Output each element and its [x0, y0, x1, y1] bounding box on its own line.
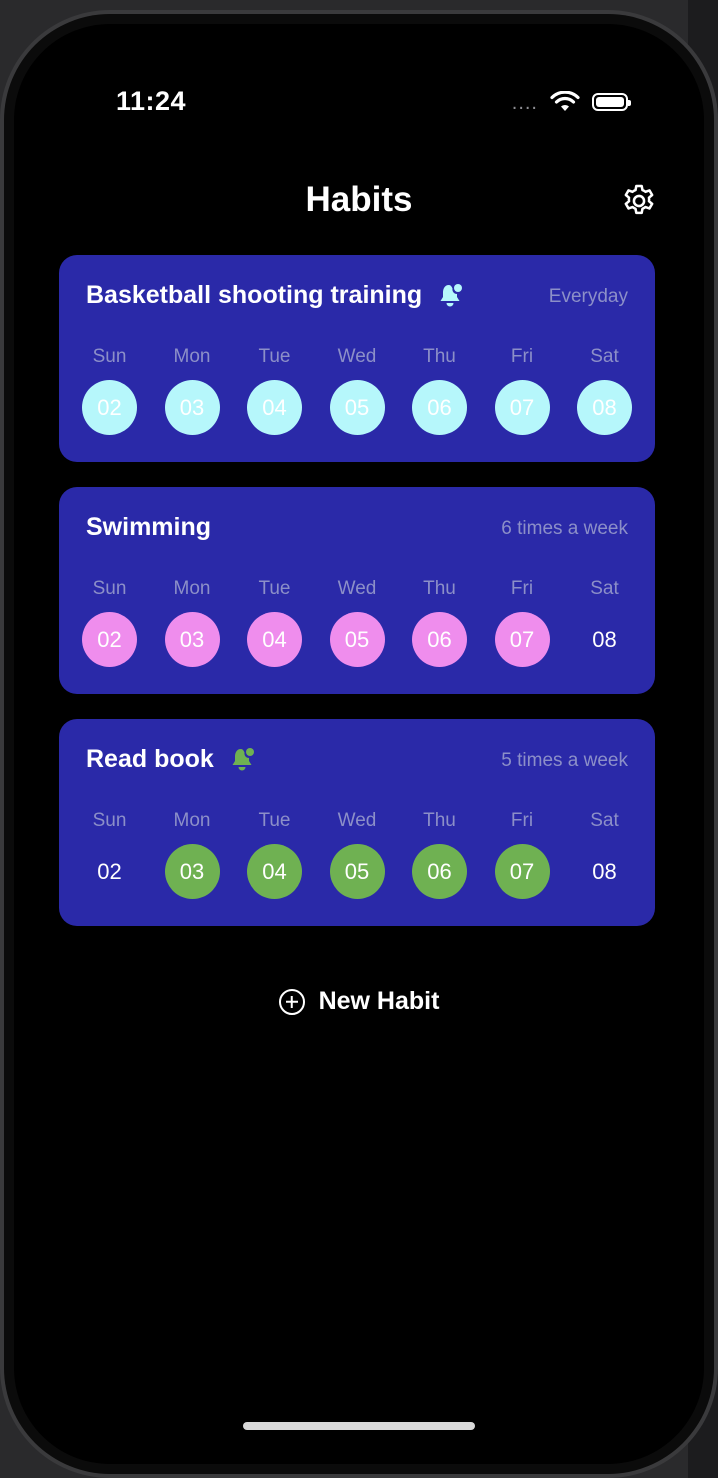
day-label: Tue [258, 346, 291, 367]
day-label: Sat [590, 810, 619, 831]
day-label: Sun [92, 810, 127, 831]
signal-icon: .... [511, 92, 538, 114]
day-date-completed[interactable]: 06 [412, 844, 467, 899]
new-habit-label: New Habit [318, 987, 440, 1015]
day-label: Thu [423, 346, 456, 367]
habit-frequency: Everyday [548, 286, 628, 307]
habit-card[interactable]: Read book 5 times a week Sun 02 Mon 03 Tue 04 We… [59, 719, 655, 926]
day-cell[interactable]: Sun 02 [82, 346, 137, 435]
day-cell[interactable]: Sat 08 [577, 810, 632, 899]
day-cell[interactable]: Wed 05 [329, 578, 385, 667]
day-label: Tue [258, 810, 291, 831]
reminder-bell-icon [232, 747, 254, 770]
day-date-completed[interactable]: 07 [494, 844, 550, 899]
phone-frame: 11:24 .... Habits Basketball shooting tr… [0, 10, 718, 1478]
day-cell[interactable]: Tue 04 [247, 810, 302, 899]
battery-icon [592, 92, 631, 111]
habit-name: Read book [86, 745, 214, 773]
day-label: Fri [510, 346, 534, 367]
day-date[interactable]: 08 [577, 612, 632, 667]
day-cell[interactable]: Mon 03 [164, 578, 220, 667]
day-cell[interactable]: Mon 03 [164, 346, 220, 435]
day-date-completed[interactable]: 02 [82, 612, 137, 667]
day-date-completed[interactable]: 04 [247, 612, 302, 667]
day-cell[interactable]: Sun 02 [82, 578, 137, 667]
gear-icon[interactable] [620, 182, 658, 220]
day-date-completed[interactable]: 06 [412, 612, 467, 667]
day-date-completed[interactable]: 06 [412, 380, 467, 435]
status-time: 11:24 [116, 86, 187, 116]
page-title: Habits [305, 180, 413, 219]
day-date-completed[interactable]: 07 [494, 612, 550, 667]
day-date-completed[interactable]: 03 [164, 380, 220, 435]
day-cell[interactable]: Tue 04 [247, 346, 302, 435]
day-date-completed[interactable]: 03 [164, 844, 220, 899]
week-row: Sun 02 Mon 03 Tue 04 Wed 05 Thu 06 Fri 07 Sat 08 [82, 810, 632, 899]
day-cell[interactable]: Fri 07 [494, 810, 550, 899]
habit-name: Swimming [86, 513, 212, 541]
day-date-completed[interactable]: 05 [329, 844, 385, 899]
day-label: Mon [173, 346, 211, 367]
day-cell[interactable]: Wed 05 [329, 810, 385, 899]
day-cell[interactable]: Sat 08 [577, 578, 632, 667]
day-cell[interactable]: Mon 03 [164, 810, 220, 899]
wifi-icon [550, 90, 580, 111]
day-label: Mon [173, 810, 211, 831]
day-date[interactable]: 02 [82, 844, 137, 899]
day-label: Thu [423, 810, 456, 831]
day-date-completed[interactable]: 04 [247, 380, 302, 435]
day-cell[interactable]: Fri 07 [494, 346, 550, 435]
day-label: Fri [510, 578, 534, 599]
habit-title: Swimming [86, 513, 211, 542]
day-label: Wed [337, 346, 377, 367]
day-cell[interactable]: Thu 06 [412, 810, 467, 899]
day-date-completed[interactable]: 05 [329, 380, 385, 435]
day-cell[interactable]: Sun 02 [82, 810, 137, 899]
screen: 11:24 .... Habits Basketball shooting tr… [14, 24, 704, 1464]
habit-name: Basketball shooting training [86, 281, 423, 309]
plus-circle-icon [278, 988, 305, 1015]
status-icons: .... [511, 88, 631, 115]
habit-title: Basketball shooting training [86, 281, 464, 310]
day-cell[interactable]: Sat 08 [577, 346, 632, 435]
day-label: Sun [92, 346, 127, 367]
day-label: Thu [423, 578, 456, 599]
day-date-completed[interactable]: 07 [494, 380, 550, 435]
phone-bezel: 11:24 .... Habits Basketball shooting tr… [4, 14, 714, 1474]
day-label: Sat [590, 346, 619, 367]
day-date-completed[interactable]: 05 [329, 612, 385, 667]
day-date-completed[interactable]: 04 [247, 844, 302, 899]
habit-title: Read book [86, 745, 256, 774]
day-cell[interactable]: Thu 06 [412, 346, 467, 435]
day-date-completed[interactable]: 08 [577, 380, 632, 435]
day-date-completed[interactable]: 02 [82, 380, 137, 435]
day-cell[interactable]: Wed 05 [329, 346, 385, 435]
day-date[interactable]: 08 [577, 844, 632, 899]
day-label: Mon [173, 578, 211, 599]
habit-frequency: 6 times a week [501, 518, 628, 539]
new-habit-button[interactable]: New Habit [14, 987, 704, 1016]
day-cell[interactable]: Thu 06 [412, 578, 467, 667]
week-row: Sun 02 Mon 03 Tue 04 Wed 05 Thu 06 Fri 07 Sat 08 [82, 578, 632, 667]
home-indicator[interactable] [243, 1422, 475, 1430]
day-cell[interactable]: Tue 04 [247, 578, 302, 667]
day-label: Tue [258, 578, 291, 599]
day-label: Fri [510, 810, 534, 831]
day-label: Wed [337, 810, 377, 831]
week-row: Sun 02 Mon 03 Tue 04 Wed 05 Thu 06 Fri 07 Sat 08 [82, 346, 632, 435]
day-label: Sat [590, 578, 619, 599]
habit-frequency: 5 times a week [501, 750, 628, 771]
day-date-completed[interactable]: 03 [164, 612, 220, 667]
habit-card[interactable]: Basketball shooting training Everyday Sun 0… [59, 255, 655, 462]
day-cell[interactable]: Fri 07 [494, 578, 550, 667]
habit-card[interactable]: Swimming 6 times a week Sun 02 Mon 03 Tue 04 Wed… [59, 487, 655, 694]
reminder-bell-icon [440, 283, 463, 306]
day-label: Sun [92, 578, 127, 599]
day-label: Wed [337, 578, 377, 599]
